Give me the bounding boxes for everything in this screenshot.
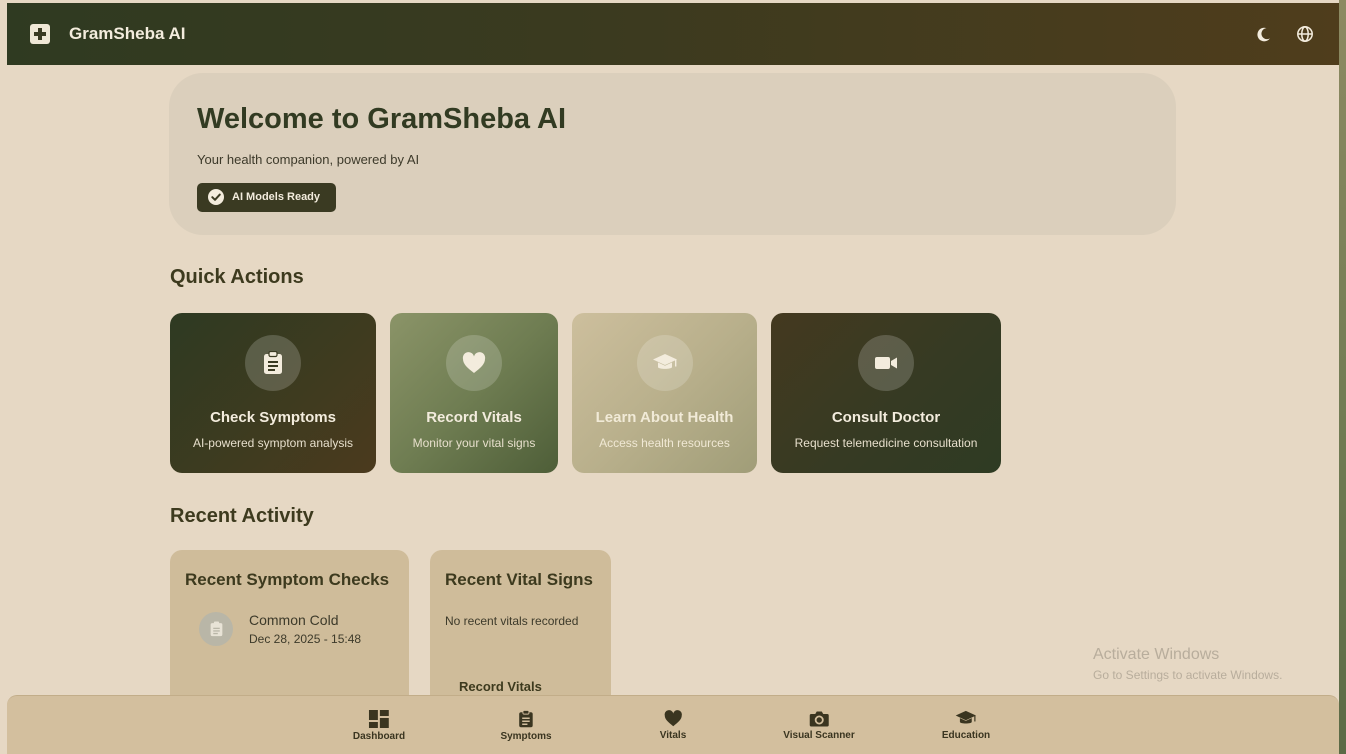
card-icon-circle (858, 335, 914, 391)
nav-label: Symptoms (500, 731, 552, 742)
nav-education[interactable]: Education (942, 710, 990, 741)
ai-status-badge: AI Models Ready (197, 183, 337, 212)
dark-mode-toggle[interactable] (1252, 23, 1274, 45)
card-title: Check Symptoms (210, 409, 336, 426)
header-actions (1252, 23, 1316, 45)
watermark-title: Activate Windows (1093, 646, 1220, 663)
nav-label: Vitals (659, 730, 687, 741)
video-camera-icon (875, 357, 897, 369)
check-symptoms-card[interactable]: Check Symptoms AI-powered symptom analys… (170, 313, 376, 473)
heart-icon (664, 710, 682, 727)
nav-visual-scanner[interactable]: Visual Scanner (783, 710, 855, 741)
card-title: Learn About Health (595, 409, 734, 426)
welcome-banner: Welcome to GramSheba AI Your health comp… (169, 73, 1176, 235)
bottom-navigation: Dashboard Symptoms Vitals Visual Scanner… (7, 695, 1339, 754)
entry-title: Common Cold (249, 612, 339, 628)
nav-symptoms[interactable]: Symptoms (500, 710, 552, 742)
card-description: Access health resources (599, 436, 730, 450)
entry-icon-circle (199, 612, 233, 646)
entry-timestamp: Dec 28, 2025 - 15:48 (249, 632, 362, 646)
recent-vital-signs-card: Recent Vital Signs No recent vitals reco… (430, 550, 611, 710)
card-description: Monitor your vital signs (412, 436, 536, 450)
check-circle-icon (208, 189, 224, 205)
dashboard-icon (368, 710, 389, 728)
list-item[interactable]: Common Cold Dec 28, 2025 - 15:48 (199, 612, 394, 646)
ai-status-label: AI Models Ready (232, 191, 321, 203)
medical-cross-icon (30, 24, 50, 44)
recent-symptom-checks-card: Recent Symptom Checks Common Cold Dec 28… (170, 550, 409, 710)
clipboard-icon (210, 621, 222, 637)
record-vitals-card[interactable]: Record Vitals Monitor your vital signs (390, 313, 558, 473)
activation-watermark: Activate Windows Go to Settings to activ… (1093, 646, 1282, 682)
empty-state-text: No recent vitals recorded (445, 614, 579, 628)
globe-icon (1297, 26, 1313, 42)
clipboard-icon (264, 351, 282, 374)
card-description: AI-powered symptom analysis (192, 436, 354, 450)
card-title: Record Vitals (426, 409, 522, 426)
brand-title: GramSheba AI (69, 24, 186, 43)
nav-vitals[interactable]: Vitals (659, 710, 687, 741)
welcome-title: Welcome to GramSheba AI (197, 103, 567, 135)
clipboard-icon (519, 710, 533, 728)
card-icon-circle (636, 335, 693, 391)
window-edge (1339, 0, 1346, 754)
card-description: Request telemedicine consultation (794, 436, 978, 450)
recent-activity-title: Recent Activity (170, 505, 314, 527)
nav-label: Dashboard (352, 731, 406, 742)
welcome-subtitle: Your health companion, powered by AI (197, 152, 420, 167)
card-heading: Recent Symptom Checks (185, 570, 390, 589)
camera-icon (809, 711, 829, 727)
record-vitals-link[interactable]: Record Vitals (459, 679, 596, 694)
moon-icon (1256, 27, 1270, 41)
graduation-cap-icon (652, 354, 677, 369)
learn-about-health-card[interactable]: Learn About Health Access health resourc… (572, 313, 757, 473)
card-icon-circle (245, 335, 301, 391)
nav-label: Visual Scanner (783, 730, 855, 741)
language-button[interactable] (1294, 23, 1316, 45)
watermark-subtitle: Go to Settings to activate Windows. (1093, 668, 1283, 682)
nav-label: Education (941, 730, 991, 741)
graduation-cap-icon (955, 710, 977, 724)
card-title: Consult Doctor (831, 409, 941, 426)
heart-icon (462, 352, 486, 373)
card-icon-circle (446, 335, 502, 391)
top-app-bar: GramSheba AI (7, 3, 1339, 65)
nav-dashboard[interactable]: Dashboard (353, 710, 405, 742)
consult-doctor-card[interactable]: Consult Doctor Request telemedicine cons… (771, 313, 1001, 473)
quick-actions-title: Quick Actions (170, 266, 304, 288)
card-heading: Recent Vital Signs (445, 570, 594, 589)
